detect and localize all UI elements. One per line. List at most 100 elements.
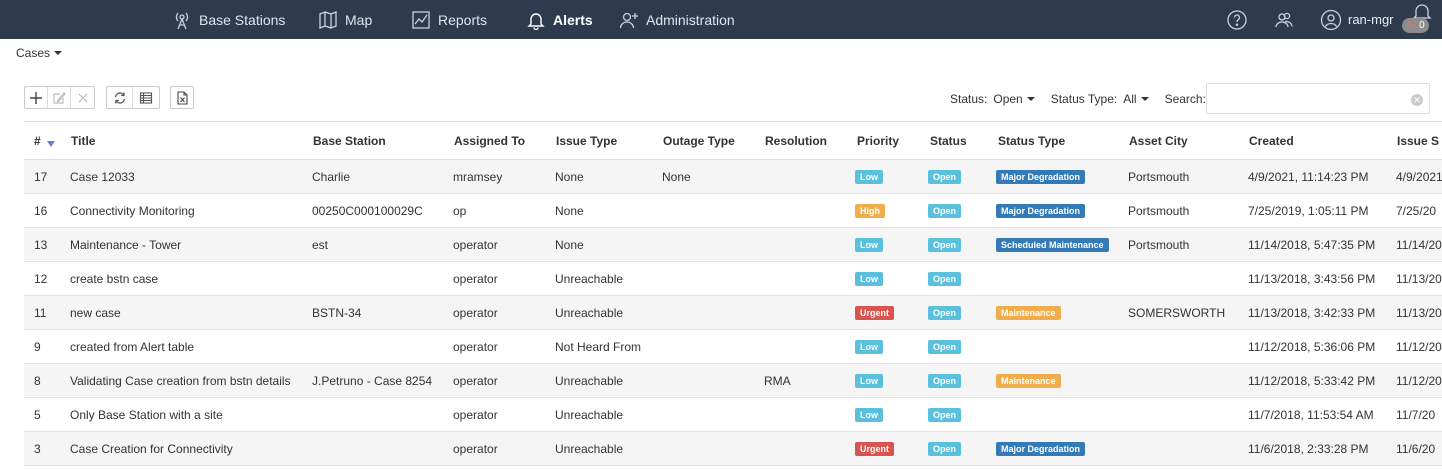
table-row[interactable]: 16 Connectivity Monitoring 00250C000100029… — [24, 194, 1442, 228]
header-col-priority[interactable]: Priority — [857, 122, 899, 159]
search-input[interactable]: ✕ — [1206, 83, 1430, 114]
delete-case-button[interactable] — [71, 87, 94, 108]
help-button[interactable] — [1226, 0, 1248, 39]
header-col-title[interactable]: Title — [71, 122, 95, 159]
status-badge: Open — [928, 169, 962, 184]
cases-table: # Title Base Station Assigned To Issue Type O… — [24, 121, 1442, 466]
header-col-base-station[interactable]: Base Station — [313, 122, 386, 159]
cell-status-type: Major Degradation — [996, 194, 1086, 227]
cell-created: 7/25/2019, 1:05:11 PM — [1248, 203, 1369, 218]
cell-title: Connectivity Monitoring — [70, 203, 195, 218]
cell-id: 13 — [34, 237, 48, 252]
refresh-button[interactable] — [107, 87, 133, 108]
header-col-created[interactable]: Created — [1249, 122, 1294, 159]
user-menu[interactable]: ran-mgr — [1320, 0, 1394, 39]
cell-status-type: Maintenance — [996, 364, 1061, 397]
status-badge: Open — [928, 271, 962, 286]
nav-administration-label: Administration — [646, 11, 735, 28]
add-case-button[interactable] — [25, 87, 48, 108]
status-type-badge: Major Degradation — [996, 441, 1086, 456]
cell-issue-start: 11/12/20 — [1396, 373, 1442, 388]
header-col-status[interactable]: Status — [930, 122, 967, 159]
header-label: Issue S — [1397, 133, 1440, 148]
cell-base-station: BSTN-34 — [312, 305, 362, 320]
header-label: Issue Type — [556, 133, 618, 148]
table-row[interactable]: 5 Only Base Station with a site operator Un… — [24, 398, 1442, 432]
cell-issue-start: 4/9/2021 — [1396, 169, 1442, 184]
cell-status: Open — [928, 398, 962, 431]
header-col-issue-start[interactable]: Issue S — [1397, 122, 1439, 159]
table-row[interactable]: 12 create bstn case operator Unreachable Low… — [24, 262, 1442, 296]
clear-search-icon[interactable]: ✕ — [1411, 94, 1423, 106]
cell-status-type: Scheduled Maintenance — [996, 228, 1109, 261]
toolbar-edit-group — [24, 86, 95, 109]
status-badge: Open — [928, 237, 962, 252]
toolbar-export-group — [170, 86, 194, 109]
cell-status: Open — [928, 228, 962, 261]
header-col-issue-type[interactable]: Issue Type — [556, 122, 617, 159]
status-badge: Open — [928, 339, 962, 354]
header-col-assigned-to[interactable]: Assigned To — [454, 122, 525, 159]
nav-administration[interactable]: Administration — [619, 0, 735, 39]
cell-id: 16 — [34, 203, 48, 218]
cell-status: Open — [928, 330, 962, 363]
close-icon — [78, 93, 87, 102]
status-badge: Open — [928, 305, 962, 320]
nav-reports[interactable]: Reports — [411, 0, 487, 39]
cell-title: created from Alert table — [70, 339, 195, 354]
priority-badge: Urgent — [855, 441, 894, 456]
header-col-outage-type[interactable]: Outage Type — [663, 122, 735, 159]
cell-priority: Low — [855, 330, 883, 363]
edit-case-button[interactable] — [48, 87, 71, 108]
cell-created: 11/12/2018, 5:36:06 PM — [1248, 339, 1376, 354]
nav-alerts[interactable]: Alerts — [526, 0, 593, 39]
priority-badge: Low — [855, 373, 883, 388]
status-filter-dropdown[interactable]: Open — [993, 91, 1035, 106]
cell-assigned-to: operator — [453, 441, 498, 456]
header-col-resolution[interactable]: Resolution — [765, 122, 827, 159]
nav-base-stations[interactable]: Base Stations — [172, 0, 285, 39]
header-col-asset-city[interactable]: Asset City — [1129, 122, 1188, 159]
cell-issue-type: None — [555, 169, 584, 184]
priority-badge: Urgent — [855, 305, 894, 320]
status-filter-value: Open — [993, 91, 1023, 106]
chart-icon — [412, 10, 430, 29]
export-excel-button[interactable] — [171, 87, 193, 108]
cell-issue-type: Not Heard From — [555, 339, 642, 354]
status-type-filter-dropdown[interactable]: All — [1123, 92, 1149, 106]
filters-bar: Status: Open Status Type: All Search: — [950, 83, 1212, 114]
cell-issue-type: None — [555, 203, 584, 218]
header-col-id[interactable]: # — [34, 122, 55, 159]
header-label: Priority — [857, 133, 900, 148]
nav-base-stations-label: Base Stations — [199, 11, 286, 28]
header-label: Status Type — [998, 133, 1066, 148]
cell-status: Open — [928, 262, 962, 295]
cell-id: 3 — [34, 441, 41, 456]
users-button[interactable] — [1273, 0, 1295, 39]
username: ran-mgr — [1348, 12, 1394, 27]
cell-title: Case 12033 — [70, 169, 135, 184]
table-row[interactable]: 9 created from Alert table operator Not Hea… — [24, 330, 1442, 364]
columns-button[interactable] — [133, 87, 159, 108]
table-row[interactable]: 11 new case BSTN-34 operator Unreachable Urge… — [24, 296, 1442, 330]
cell-assigned-to: op — [453, 203, 467, 218]
table-row[interactable]: 8 Validating Case creation from bstn deta… — [24, 364, 1442, 398]
cell-priority: Low — [855, 160, 883, 193]
cell-status: Open — [928, 432, 962, 465]
cell-base-station: 00250C000100029C — [312, 203, 423, 218]
cell-assigned-to: operator — [453, 407, 498, 422]
cases-dropdown[interactable]: Cases — [16, 46, 63, 60]
table-row[interactable]: 3 Case Creation for Connectivity operator U… — [24, 432, 1442, 466]
priority-badge: Low — [855, 271, 883, 286]
cell-title: new case — [70, 305, 121, 320]
status-type-badge: Maintenance — [996, 305, 1061, 320]
header-col-status-type[interactable]: Status Type — [998, 122, 1065, 159]
nav-map[interactable]: Map — [318, 0, 372, 39]
cell-id: 8 — [34, 373, 41, 388]
cell-issue-type: Unreachable — [555, 441, 624, 456]
cell-priority: Urgent — [855, 296, 894, 329]
cell-issue-type: None — [555, 237, 584, 252]
table-row[interactable]: 13 Maintenance - Tower est operator None Low O… — [24, 228, 1442, 262]
table-row[interactable]: 17 Case 12033 Charlie mramsey None None Low Ope… — [24, 160, 1442, 194]
header-label: Outage Type — [663, 133, 735, 148]
